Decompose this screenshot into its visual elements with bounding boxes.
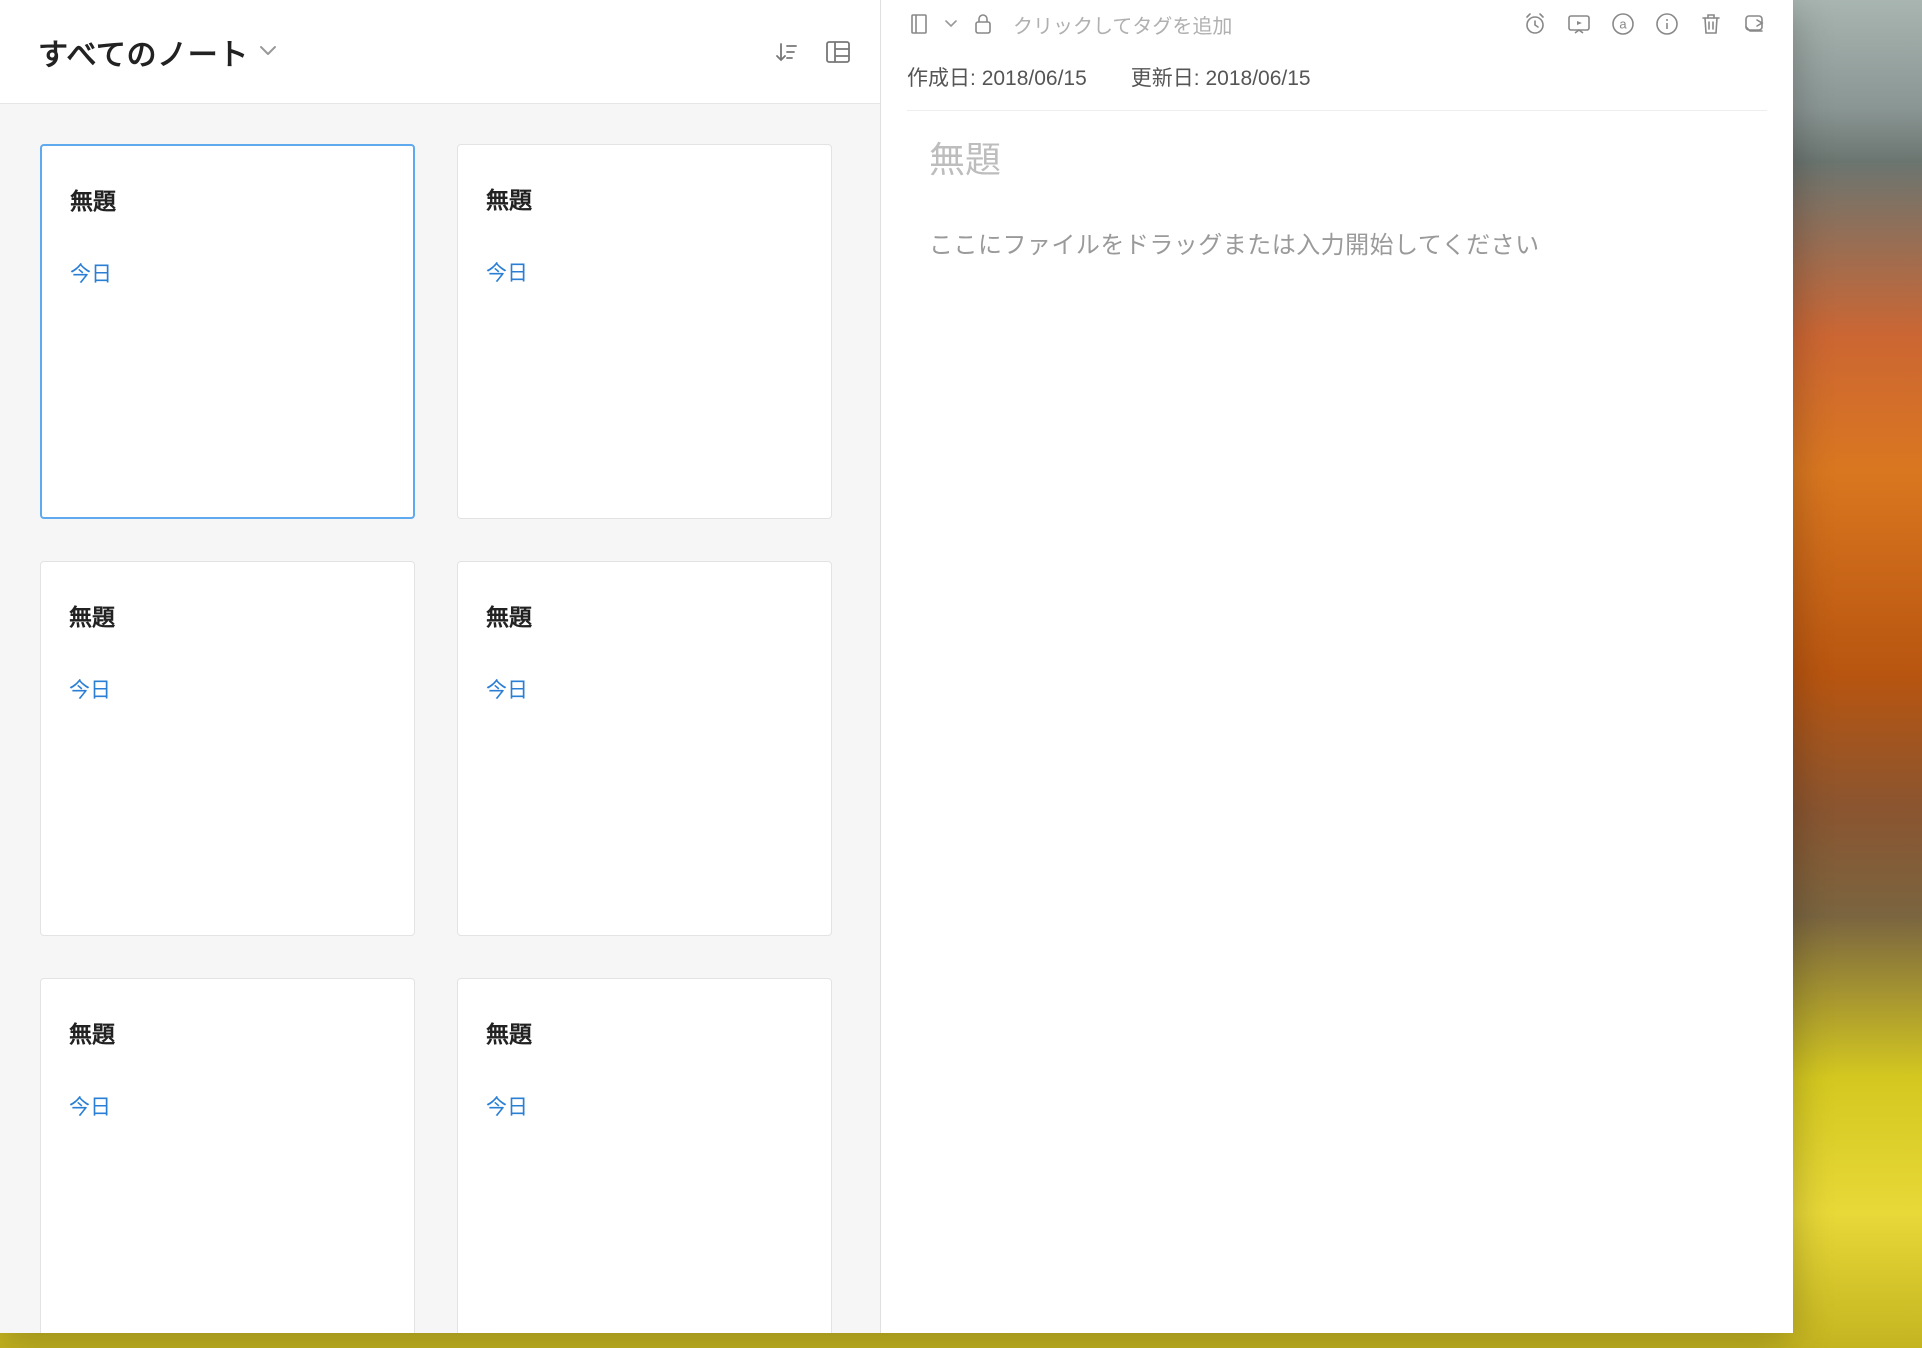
toolbar-left-group: クリックしてタグを追加 bbox=[905, 10, 1232, 39]
updated-date: 更新日: 2018/06/15 bbox=[1131, 62, 1311, 92]
notebook-selector[interactable]: すべてのノート bbox=[38, 30, 277, 74]
note-card-date: 今日 bbox=[486, 1091, 803, 1121]
note-list-panel: すべてのノート bbox=[0, 0, 881, 1333]
notes-app-window: すべてのノート bbox=[0, 0, 1793, 1333]
note-card-date: 今日 bbox=[69, 674, 386, 704]
lock-button[interactable] bbox=[969, 10, 997, 38]
note-card-date: 今日 bbox=[70, 258, 385, 288]
note-card[interactable]: 無題 今日 bbox=[457, 978, 832, 1333]
add-tag-button[interactable]: クリックしてタグを追加 bbox=[1009, 10, 1232, 39]
svg-text:a: a bbox=[1619, 17, 1627, 32]
note-list-header: すべてのノート bbox=[0, 0, 880, 104]
note-card-date: 今日 bbox=[486, 674, 803, 704]
annotate-button[interactable]: a bbox=[1609, 10, 1637, 38]
note-detail-panel: クリックしてタグを追加 bbox=[881, 0, 1793, 1333]
note-card-title: 無題 bbox=[486, 181, 803, 215]
share-button[interactable] bbox=[1741, 10, 1769, 38]
note-card[interactable]: 無題 今日 bbox=[457, 561, 832, 936]
note-card-title: 無題 bbox=[69, 1015, 386, 1049]
created-date: 作成日: 2018/06/15 bbox=[907, 62, 1087, 92]
note-card-title: 無題 bbox=[486, 598, 803, 632]
note-card-date: 今日 bbox=[486, 257, 803, 287]
info-button[interactable] bbox=[1653, 10, 1681, 38]
chevron-down-icon bbox=[945, 15, 957, 33]
note-card-title: 無題 bbox=[486, 1015, 803, 1049]
presentation-button[interactable] bbox=[1565, 10, 1593, 38]
note-editor: 無題 ここにファイルをドラッグまたは入力開始してください bbox=[881, 111, 1793, 1333]
note-card[interactable]: 無題 今日 bbox=[40, 144, 415, 519]
view-layout-button[interactable] bbox=[824, 38, 852, 66]
list-header-actions bbox=[772, 38, 852, 66]
note-card[interactable]: 無題 今日 bbox=[40, 978, 415, 1333]
note-body-input[interactable]: ここにファイルをドラッグまたは入力開始してください bbox=[929, 225, 1745, 260]
note-cards-grid[interactable]: 無題 今日 無題 今日 無題 今日 無題 今日 無題 今日 無題 今日 bbox=[0, 104, 880, 1333]
notebook-title: すべてのノート bbox=[38, 30, 249, 74]
note-title-input[interactable]: 無題 bbox=[929, 131, 1745, 183]
sort-button[interactable] bbox=[772, 38, 800, 66]
toolbar-right-group: a bbox=[1521, 10, 1769, 38]
chevron-down-icon bbox=[259, 43, 277, 61]
note-card[interactable]: 無題 今日 bbox=[40, 561, 415, 936]
note-card-title: 無題 bbox=[70, 182, 385, 216]
note-card-title: 無題 bbox=[69, 598, 386, 632]
note-card-date: 今日 bbox=[69, 1091, 386, 1121]
note-metadata: 作成日: 2018/06/15 更新日: 2018/06/15 bbox=[881, 48, 1793, 110]
notebook-picker-button[interactable] bbox=[905, 10, 933, 38]
note-card[interactable]: 無題 今日 bbox=[457, 144, 832, 519]
reminder-button[interactable] bbox=[1521, 10, 1549, 38]
detail-toolbar: クリックしてタグを追加 bbox=[881, 0, 1793, 48]
trash-button[interactable] bbox=[1697, 10, 1725, 38]
